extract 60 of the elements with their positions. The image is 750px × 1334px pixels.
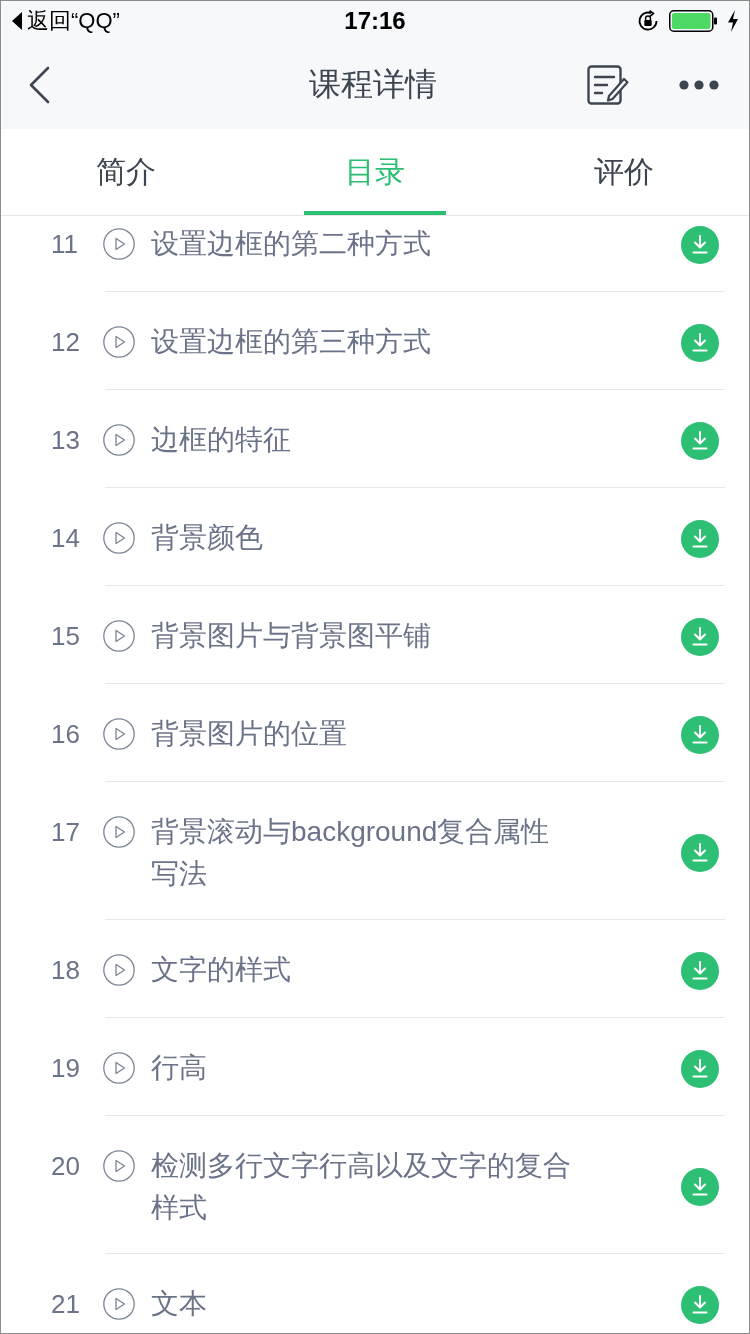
back-to-app-label[interactable]: 返回“QQ” — [27, 6, 120, 36]
play-icon — [103, 954, 135, 986]
tab[interactable]: 简介 — [1, 129, 251, 215]
download-icon[interactable] — [681, 834, 719, 872]
lesson-title[interactable]: 背景滚动与background复合属性写法 — [151, 811, 573, 895]
lesson-number: 11 — [51, 228, 79, 261]
charging-bolt-icon — [727, 10, 739, 32]
back-triangle-icon[interactable] — [11, 11, 23, 31]
more-dots-icon — [679, 80, 719, 90]
download-icon[interactable] — [681, 226, 719, 264]
play-icon — [103, 228, 135, 260]
lesson-title[interactable]: 文本 — [151, 1283, 573, 1325]
note-button[interactable] — [587, 65, 629, 105]
play-icon — [103, 816, 135, 848]
status-time: 17:16 — [344, 7, 406, 35]
play-icon — [103, 326, 135, 358]
play-icon — [103, 522, 135, 554]
lesson-number: 15 — [51, 620, 81, 653]
lesson-title[interactable]: 边框的特征 — [151, 419, 573, 461]
lesson-number: 20 — [51, 1150, 81, 1183]
play-icon — [103, 1052, 135, 1084]
play-icon — [103, 424, 135, 456]
play-icon — [103, 1288, 135, 1320]
lesson-number: 16 — [51, 718, 81, 751]
lesson-number: 17 — [51, 816, 81, 849]
tab[interactable]: 目录 — [250, 129, 500, 215]
lesson-number: 18 — [51, 954, 81, 987]
download-icon[interactable] — [681, 618, 719, 656]
back-button[interactable] — [27, 66, 51, 104]
play-icon — [103, 1150, 135, 1182]
more-button[interactable] — [679, 80, 719, 90]
play-icon — [103, 718, 135, 750]
lesson-title[interactable]: 检测多行文字行高以及文字的复合样式 — [151, 1145, 573, 1229]
download-icon[interactable] — [681, 520, 719, 558]
download-icon[interactable] — [681, 1168, 719, 1206]
lesson-title[interactable]: 背景颜色 — [151, 517, 573, 559]
page-title: 课程详情 — [309, 65, 437, 104]
rotation-lock-icon — [637, 10, 659, 32]
lesson-title[interactable]: 设置边框的第二种方式 — [151, 223, 573, 265]
lesson-title[interactable]: 文字的样式 — [151, 949, 573, 991]
lesson-number: 13 — [51, 424, 81, 457]
lesson-number: 19 — [51, 1052, 81, 1085]
download-icon[interactable] — [681, 952, 719, 990]
lesson-title[interactable]: 背景图片的位置 — [151, 713, 573, 755]
download-icon[interactable] — [681, 422, 719, 460]
play-icon — [103, 620, 135, 652]
back-chevron-icon — [27, 66, 51, 104]
download-icon[interactable] — [681, 324, 719, 362]
tab[interactable]: 评价 — [499, 129, 749, 215]
download-icon[interactable] — [681, 716, 719, 754]
note-pencil-icon — [587, 65, 629, 105]
lesson-title[interactable]: 行高 — [151, 1047, 573, 1089]
lesson-number: 14 — [51, 522, 81, 555]
lesson-title[interactable]: 设置边框的第三种方式 — [151, 321, 573, 363]
download-icon[interactable] — [681, 1286, 719, 1324]
lesson-number: 12 — [51, 326, 81, 359]
lesson-number: 21 — [51, 1288, 81, 1321]
lesson-title[interactable]: 背景图片与背景图平铺 — [151, 615, 573, 657]
battery-icon — [669, 10, 717, 32]
download-icon[interactable] — [681, 1050, 719, 1088]
